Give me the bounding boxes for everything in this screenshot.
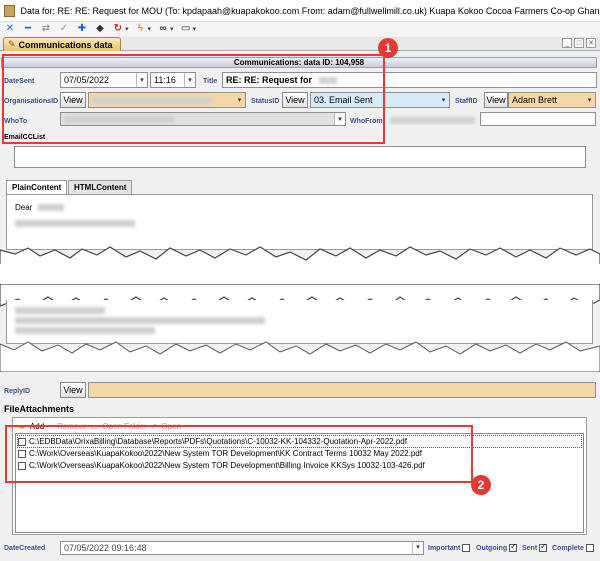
sent-checkbox[interactable] (539, 542, 548, 552)
greeting-text: Dear (15, 203, 33, 212)
tab-plain-content[interactable]: PlainContent (6, 180, 68, 194)
bottom-row: DateCreated 07/05/2022 09:16:48 ▾ Import… (0, 541, 600, 555)
chevron-down-icon[interactable]: ▾ (170, 25, 174, 33)
close-x-icon[interactable]: ✕ (4, 23, 16, 35)
date-created-field[interactable]: 07/05/2022 09:16:48 ▾ (60, 541, 424, 555)
staff-label: StaffID (455, 98, 478, 105)
minus-icon[interactable]: ━ (22, 23, 34, 35)
reply-select[interactable] (88, 382, 596, 398)
date-created-label: DateCreated (4, 545, 46, 552)
restore-icon[interactable]: □ (574, 38, 584, 48)
callout-badge-2: 2 (471, 475, 491, 495)
important-checkbox-group[interactable]: Important (428, 544, 473, 552)
view-reply-button[interactable]: View (60, 382, 86, 398)
complete-label: Complete (552, 544, 584, 552)
redacted-line (15, 306, 105, 315)
email-cc-label: EmailCCList (4, 134, 46, 141)
chain-icon[interactable]: ∞ (157, 23, 169, 35)
file-attachments-label: FileAttachments (4, 404, 75, 414)
callout-box-2 (5, 425, 473, 483)
redacted-text (15, 307, 105, 315)
plus-icon[interactable]: ✚ (76, 23, 88, 35)
redacted-text (37, 204, 64, 212)
link-icon[interactable]: ⇄ (40, 23, 52, 35)
window-title: Data for: RE: RE: Request for MOU (To: k… (20, 5, 600, 16)
lightning-icon[interactable]: ϟ (135, 23, 147, 35)
outgoing-checkbox[interactable] (509, 542, 518, 552)
callout-box-1 (2, 54, 385, 144)
chevron-down-icon[interactable]: ▾ (148, 25, 152, 33)
sent-checkbox-group[interactable]: Sent (522, 542, 550, 552)
redacted-line (15, 326, 155, 335)
minimize-icon[interactable]: _ (562, 38, 572, 48)
communications-form: Communications: data ID: 104,958 DateSen… (0, 38, 600, 561)
date-created-value: 07/05/2022 09:16:48 (64, 543, 147, 553)
card-icon[interactable]: ▭ (180, 23, 192, 35)
who-from-extra-field[interactable] (480, 112, 596, 126)
reply-label: ReplyID (4, 388, 31, 395)
chevron-down-icon[interactable]: ▾ (412, 542, 423, 554)
redacted-line (15, 316, 265, 325)
check-icon[interactable]: ✓ (58, 23, 70, 35)
redacted-text (390, 117, 475, 125)
view-staff-button[interactable]: View (484, 92, 508, 108)
chevron-down-icon[interactable]: ▾ (584, 93, 595, 107)
redacted-text (15, 317, 265, 325)
tab-html-content[interactable]: HTMLContent (68, 180, 133, 194)
toolbar: ✕ ━ ⇄ ✓ ✚ ◆ ↻ ▾ ϟ ▾ ∞ ▾ ▭ ▾ (0, 22, 600, 36)
torn-edge-lower (0, 341, 600, 372)
redacted-line (15, 219, 135, 228)
chevron-down-icon[interactable]: ▾ (438, 93, 449, 107)
outgoing-label: Outgoing (476, 544, 508, 552)
outgoing-checkbox-group[interactable]: Outgoing (476, 542, 520, 552)
who-from-field[interactable] (386, 112, 478, 126)
callout-badge-1: 1 (378, 38, 398, 58)
chevron-down-icon[interactable]: ▾ (125, 25, 129, 33)
tab-label: Communications data (18, 39, 113, 50)
complete-checkbox[interactable] (585, 544, 594, 552)
important-checkbox[interactable] (462, 544, 471, 552)
staff-select[interactable]: Adam Brett ▾ (508, 92, 596, 108)
staff-value: Adam Brett (512, 95, 558, 105)
content-greeting: Dear (15, 203, 64, 212)
sent-label: Sent (522, 544, 538, 552)
tab-communications-data[interactable]: ✎ Communications data (3, 37, 121, 51)
close-icon[interactable]: ✕ (586, 38, 596, 48)
refresh-icon[interactable]: ↻ (112, 23, 124, 35)
eraser-icon[interactable]: ◆ (94, 23, 106, 35)
complete-checkbox-group[interactable]: Complete (552, 544, 597, 552)
redacted-text (15, 220, 135, 228)
pencil-icon: ✎ (8, 39, 16, 49)
email-cc-field[interactable] (14, 146, 586, 168)
chevron-down-icon[interactable]: ▾ (193, 25, 197, 33)
app-icon (4, 4, 16, 17)
redacted-text (15, 327, 155, 335)
window-titlebar: Data for: RE: RE: Request for MOU (To: k… (0, 0, 600, 22)
important-label: Important (428, 544, 461, 552)
window-buttons: _ □ ✕ (562, 38, 596, 48)
tab-strip: ✎ Communications data _ □ ✕ (0, 37, 600, 51)
